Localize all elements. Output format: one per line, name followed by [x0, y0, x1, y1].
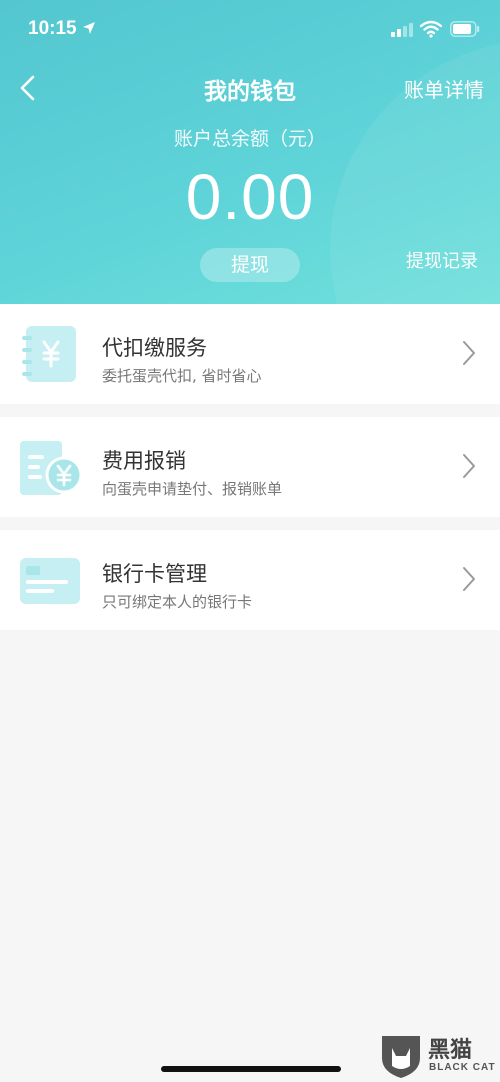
list-item-subtitle: 只可绑定本人的银行卡	[102, 593, 253, 611]
list-item-subtitle: 向蛋壳申请垫付、报销账单	[102, 480, 283, 498]
cellular-signal-icon	[391, 23, 413, 37]
list-item-bank-card-management[interactable]: 银行卡管理 只可绑定本人的银行卡	[0, 530, 500, 630]
list-item-auto-debit[interactable]: 代扣缴服务 委托蛋壳代扣, 省时省心	[0, 304, 500, 404]
yen-notebook-icon	[22, 326, 76, 382]
wallet-header: 10:15 我的钱包 账单详情 账户总余额（元） 0.00 提现 提现记录	[0, 0, 500, 304]
watermark-text: 黑猫	[428, 1038, 473, 1063]
list-item-expense-reimbursement[interactable]: 费用报销 向蛋壳申请垫付、报销账单	[0, 417, 500, 517]
status-time: 10:15	[28, 18, 77, 39]
yen-receipt-icon	[20, 441, 82, 495]
chevron-right-icon	[463, 341, 475, 365]
status-bar: 10:15	[0, 0, 500, 60]
withdraw-record-link[interactable]: 提现记录	[406, 247, 478, 273]
list-item-title: 代扣缴服务	[102, 336, 207, 360]
list-item-subtitle: 委托蛋壳代扣, 省时省心	[102, 367, 262, 385]
wifi-icon	[420, 20, 442, 38]
balance-amount: 0.00	[185, 161, 315, 233]
cat-shield-logo-icon	[382, 1036, 420, 1078]
balance-label: 账户总余额（元）	[173, 128, 326, 150]
list-item-title: 费用报销	[102, 449, 186, 473]
watermark-subtext: BLACK CAT	[429, 1062, 496, 1073]
black-cat-watermark: 黑猫 BLACK CAT	[378, 1030, 500, 1082]
home-indicator[interactable]	[161, 1066, 341, 1072]
bill-details-link[interactable]: 账单详情	[404, 74, 484, 103]
battery-icon	[450, 21, 480, 37]
bank-card-icon	[20, 558, 80, 604]
chevron-right-icon	[463, 567, 475, 591]
withdraw-button[interactable]: 提现	[200, 248, 300, 282]
chevron-right-icon	[463, 454, 475, 478]
list-item-title: 银行卡管理	[102, 562, 207, 586]
location-arrow-icon	[83, 22, 95, 34]
